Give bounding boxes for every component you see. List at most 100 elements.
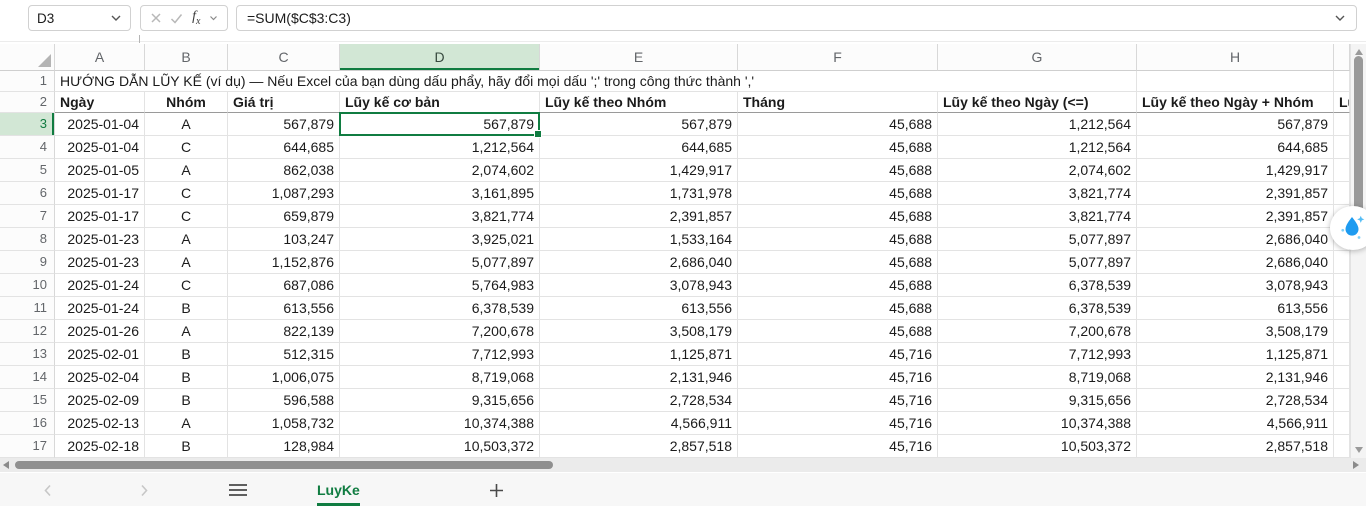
- cell-partial-13[interactable]: [1334, 343, 1350, 366]
- header-cell-C2[interactable]: Giá trị: [228, 92, 340, 113]
- cell-G6[interactable]: 3,821,774: [938, 182, 1137, 205]
- cell-H10[interactable]: 3,078,943: [1137, 274, 1334, 297]
- row-header-13[interactable]: 13: [0, 343, 55, 366]
- scroll-down-arrow-icon[interactable]: [1355, 447, 1363, 453]
- cell-E8[interactable]: 1,533,164: [540, 228, 738, 251]
- col-header-B[interactable]: B: [145, 44, 228, 71]
- cell-H11[interactable]: 613,556: [1137, 297, 1334, 320]
- cell-G15[interactable]: 9,315,656: [938, 389, 1137, 412]
- row-header-12[interactable]: 12: [0, 320, 55, 343]
- cell-F14[interactable]: 45,716: [738, 366, 938, 389]
- col-header-E[interactable]: E: [540, 44, 738, 71]
- cell-A5[interactable]: 2025-01-05: [55, 159, 145, 182]
- cell-E12[interactable]: 3,508,179: [540, 320, 738, 343]
- cell-G10[interactable]: 6,378,539: [938, 274, 1137, 297]
- cell-A9[interactable]: 2025-01-23: [55, 251, 145, 274]
- col-header-partial[interactable]: [1334, 44, 1350, 71]
- cell-D5[interactable]: 2,074,602: [340, 159, 540, 182]
- row-header-2[interactable]: 2: [0, 92, 55, 113]
- cell-F9[interactable]: 45,688: [738, 251, 938, 274]
- name-box-resize-divider[interactable]: [139, 35, 140, 43]
- cell-C9[interactable]: 1,152,876: [228, 251, 340, 274]
- col-header-A[interactable]: A: [55, 44, 145, 71]
- cell-D13[interactable]: 7,712,993: [340, 343, 540, 366]
- cell-E16[interactable]: 4,566,911: [540, 412, 738, 435]
- cell-C6[interactable]: 1,087,293: [228, 182, 340, 205]
- vertical-scrollbar[interactable]: [1350, 44, 1366, 458]
- cell-H4[interactable]: 644,685: [1137, 136, 1334, 159]
- cell-F8[interactable]: 45,688: [738, 228, 938, 251]
- all-sheets-button[interactable]: [226, 473, 250, 506]
- cell-C7[interactable]: 659,879: [228, 205, 340, 228]
- cell-A15[interactable]: 2025-02-09: [55, 389, 145, 412]
- cell-G8[interactable]: 5,077,897: [938, 228, 1137, 251]
- tab-luyke[interactable]: LuyKe: [303, 473, 374, 506]
- cell-G13[interactable]: 7,712,993: [938, 343, 1137, 366]
- cell-B5[interactable]: A: [145, 159, 228, 182]
- cell-F7[interactable]: 45,688: [738, 205, 938, 228]
- cell-D14[interactable]: 8,719,068: [340, 366, 540, 389]
- cell-partial-6[interactable]: [1334, 182, 1350, 205]
- cell-B3[interactable]: A: [145, 113, 228, 136]
- header-cell-E2[interactable]: Lũy kế theo Nhóm: [540, 92, 738, 113]
- scroll-left-arrow-icon[interactable]: [3, 461, 9, 469]
- cell-partial-10[interactable]: [1334, 274, 1350, 297]
- prev-sheet-button[interactable]: [40, 473, 56, 506]
- cell-H3[interactable]: 567,879: [1137, 113, 1334, 136]
- cell-C17[interactable]: 128,984: [228, 435, 340, 458]
- cell-C13[interactable]: 512,315: [228, 343, 340, 366]
- cell-G9[interactable]: 5,077,897: [938, 251, 1137, 274]
- formula-expand-chevron-icon[interactable]: [1334, 14, 1346, 22]
- cell-G12[interactable]: 7,200,678: [938, 320, 1137, 343]
- row-header-9[interactable]: 9: [0, 251, 55, 274]
- cell-H6[interactable]: 2,391,857: [1137, 182, 1334, 205]
- row-header-5[interactable]: 5: [0, 159, 55, 182]
- insert-function-icon[interactable]: fx: [192, 9, 200, 27]
- cell-G14[interactable]: 8,719,068: [938, 366, 1137, 389]
- cell-C14[interactable]: 1,006,075: [228, 366, 340, 389]
- row-header-16[interactable]: 16: [0, 412, 55, 435]
- row-header-1[interactable]: 1: [0, 71, 55, 92]
- next-sheet-button[interactable]: [136, 473, 152, 506]
- row-header-11[interactable]: 11: [0, 297, 55, 320]
- cell-E11[interactable]: 613,556: [540, 297, 738, 320]
- cell-partial-3[interactable]: [1334, 113, 1350, 136]
- row-header-6[interactable]: 6: [0, 182, 55, 205]
- col-header-G[interactable]: G: [938, 44, 1137, 71]
- cell-D8[interactable]: 3,925,021: [340, 228, 540, 251]
- cell-H13[interactable]: 1,125,871: [1137, 343, 1334, 366]
- fx-chevron-down-icon[interactable]: [209, 15, 218, 21]
- cell-D4[interactable]: 1,212,564: [340, 136, 540, 159]
- cell-G1[interactable]: [938, 71, 1137, 92]
- cell-A4[interactable]: 2025-01-04: [55, 136, 145, 159]
- cell-D17[interactable]: 10,503,372: [340, 435, 540, 458]
- cell-F11[interactable]: 45,688: [738, 297, 938, 320]
- cell-H15[interactable]: 2,728,534: [1137, 389, 1334, 412]
- scroll-right-arrow-icon[interactable]: [1353, 461, 1359, 469]
- cell-E9[interactable]: 2,686,040: [540, 251, 738, 274]
- cell-C4[interactable]: 644,685: [228, 136, 340, 159]
- cell-E17[interactable]: 2,857,518: [540, 435, 738, 458]
- chevron-down-icon[interactable]: [110, 14, 122, 22]
- cell-B11[interactable]: B: [145, 297, 228, 320]
- cell-C16[interactable]: 1,058,732: [228, 412, 340, 435]
- select-all-corner[interactable]: [0, 44, 55, 71]
- cell-B15[interactable]: B: [145, 389, 228, 412]
- header-cell-B2[interactable]: Nhóm: [145, 92, 228, 113]
- formula-input[interactable]: =SUM($C$3:C3): [236, 5, 1357, 31]
- cell-C11[interactable]: 613,556: [228, 297, 340, 320]
- cell-H14[interactable]: 2,131,946: [1137, 366, 1334, 389]
- cell-B14[interactable]: B: [145, 366, 228, 389]
- cell-G17[interactable]: 10,503,372: [938, 435, 1137, 458]
- cell-C12[interactable]: 822,139: [228, 320, 340, 343]
- cell-partial-9[interactable]: [1334, 251, 1350, 274]
- col-header-C[interactable]: C: [228, 44, 340, 71]
- cell-B4[interactable]: C: [145, 136, 228, 159]
- cell-partial-17[interactable]: [1334, 435, 1350, 458]
- row-header-4[interactable]: 4: [0, 136, 55, 159]
- cell-F15[interactable]: 45,716: [738, 389, 938, 412]
- cell-partial-15[interactable]: [1334, 389, 1350, 412]
- header-cell-partial-2[interactable]: Lũ: [1334, 92, 1350, 113]
- cell-G4[interactable]: 1,212,564: [938, 136, 1137, 159]
- cell-E6[interactable]: 1,731,978: [540, 182, 738, 205]
